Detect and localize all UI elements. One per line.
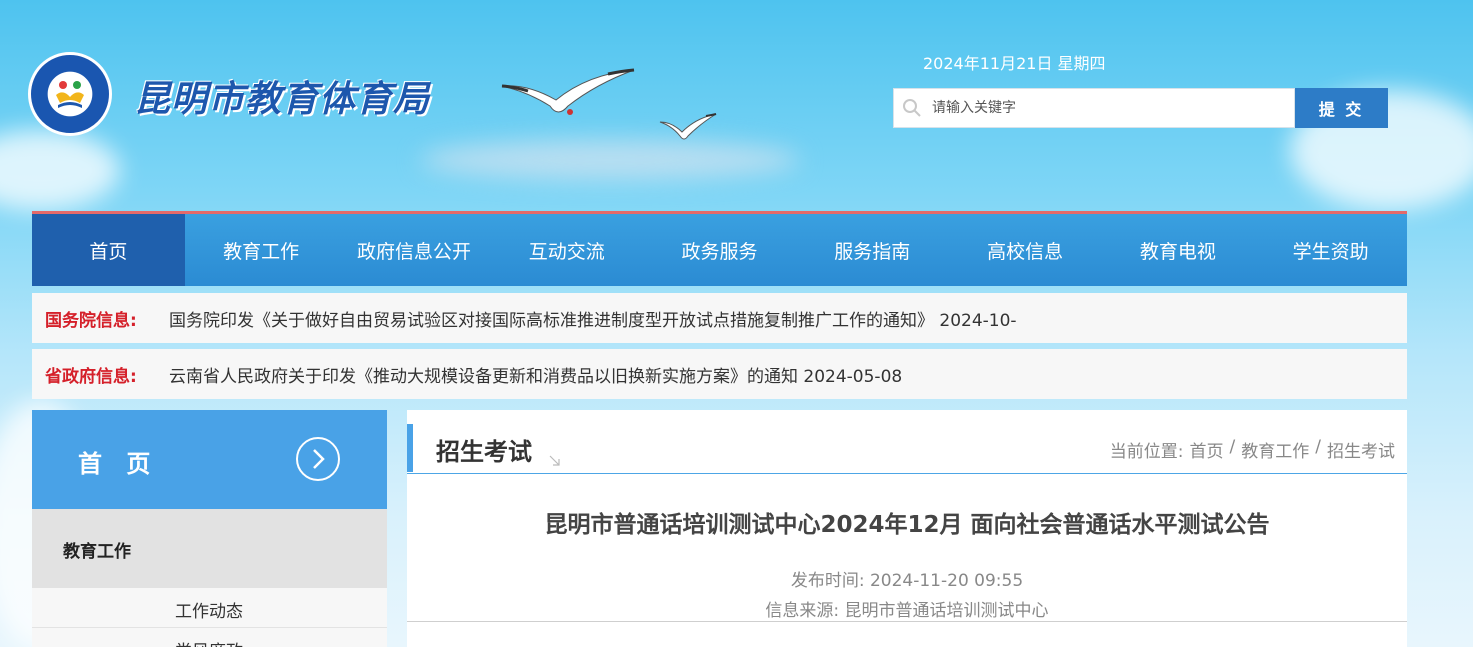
notice-label: 省政府信息: [45,366,137,387]
publish-time: 发布时间: 2024-11-20 09:55 [790,571,1024,591]
nav-item-service-guide[interactable]: 服务指南 [796,214,949,286]
current-date: 2024年11月21日 星期四 [923,54,1106,73]
nav-item-interaction[interactable]: 互动交流 [490,214,643,286]
sidebar-title: 首 页 [78,450,159,478]
breadcrumb-current[interactable]: 招生考试 [1327,437,1395,462]
sidebar-item-label: 工作动态 [175,602,243,622]
sidebar-item-work-news[interactable]: 工作动态 [32,588,387,628]
background-cloud [420,140,800,180]
breadcrumb-education-work-link[interactable]: 教育工作 [1241,437,1309,462]
logo-figures-icon [56,81,84,108]
seagull-illustration [659,113,717,140]
sidebar-category-label: 教育工作 [63,542,131,562]
site-title[interactable]: 昆明市教育体育局 [134,70,430,122]
info-source: 信息来源: 昆明市普通话培训测试中心 [765,601,1049,621]
section-accent-bar [407,424,413,472]
sidebar-item-label: 党风廉政 [175,637,243,647]
nav-item-university-info[interactable]: 高校信息 [949,214,1102,286]
breadcrumb-prefix: 当前位置: [1109,442,1184,462]
content-panel: 招生考试 当前位置: 首页 / 教育工作 / 招生考试 昆明市普通话培训测试中心… [407,410,1407,647]
article-title: 昆明市普通话培训测试中心2024年12月 面向社会普通话水平测试公告 [544,512,1270,538]
sidebar-item-party-discipline[interactable]: 党风廉政 [32,628,387,647]
corner-arrow-icon [549,455,560,466]
search-icon [903,99,921,117]
sidebar-category: 教育工作 [32,509,387,588]
seagull-illustration [501,68,635,115]
section-header: 招生考试 当前位置: 首页 / 教育工作 / 招生考试 [407,424,1407,474]
nav-item-education-tv[interactable]: 教育电视 [1101,214,1254,286]
search-box[interactable] [893,88,1295,128]
breadcrumb: 当前位置: 首页 / 教育工作 / 招生考试 [1110,437,1395,462]
province-notice-bar: 省政府信息: 云南省人民政府关于印发《推动大规模设备更新和消费品以旧换新实施方案… [32,349,1407,399]
breadcrumb-home-link[interactable]: 首页 [1190,437,1224,462]
nav-item-student-aid[interactable]: 学生资助 [1254,214,1407,286]
site-logo[interactable] [28,52,112,136]
nav-item-gov-service[interactable]: 政务服务 [643,214,796,286]
breadcrumb-separator: / [1315,437,1321,457]
section-title: 招生考试 [436,438,532,466]
sidebar-header[interactable]: 首 页 [32,410,387,509]
search-input[interactable] [930,99,1274,117]
notice-link[interactable]: 云南省人民政府关于印发《推动大规模设备更新和消费品以旧换新实施方案》的通知 20… [169,362,902,387]
notice-link[interactable]: 国务院印发《关于做好自由贸易试验区对接国际高标准推进制度型开放试点措施复制推广工… [169,306,1017,331]
breadcrumb-separator: / [1229,437,1236,457]
main-nav: 首页 教育工作 政府信息公开 互动交流 政务服务 服务指南 高校信息 教育电视 … [32,211,1407,286]
nav-item-gov-info[interactable]: 政府信息公开 [338,214,491,286]
background-cloud [0,130,120,210]
state-council-notice-bar: 国务院信息: 国务院印发《关于做好自由贸易试验区对接国际高标准推进制度型开放试点… [32,293,1407,343]
notice-label: 国务院信息: [45,310,137,331]
nav-item-education-work[interactable]: 教育工作 [185,214,338,286]
divider [407,621,1407,622]
chevron-right-icon[interactable] [296,437,340,481]
nav-item-home[interactable]: 首页 [32,214,185,286]
search-submit-button[interactable]: 提 交 [1295,88,1388,128]
